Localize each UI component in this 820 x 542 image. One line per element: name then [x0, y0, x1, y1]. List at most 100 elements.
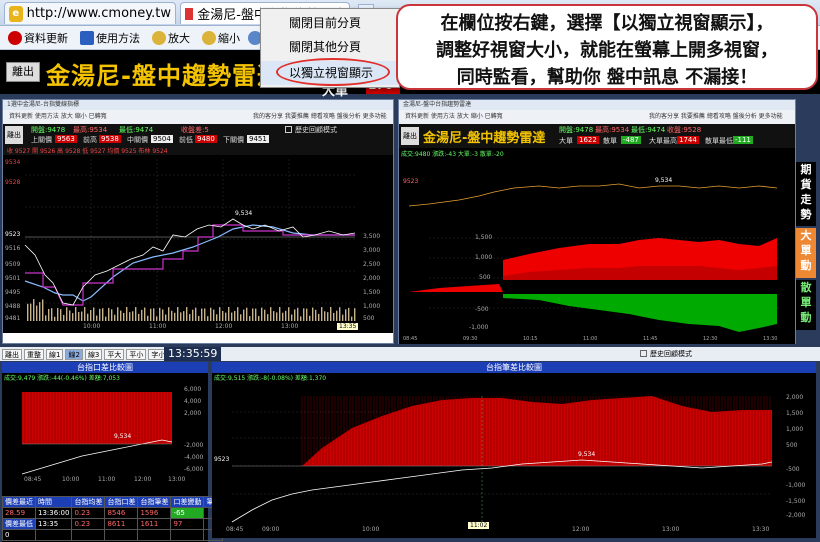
y-tick: -1,000	[469, 324, 489, 331]
volume-bar	[276, 312, 278, 321]
x-tick: 09:30	[463, 336, 478, 342]
menu-item-close-current[interactable]: 關閉目前分頁	[261, 11, 401, 35]
window-tools-left[interactable]: 資料更新 使用方法 放大 縮小 已轉寬	[9, 113, 107, 120]
history-toggle-label: 歷史回顧模式	[295, 126, 337, 134]
panel-stats: 成交:9,515 漲跌:-8(-0.08%) 差額:1,370	[214, 375, 327, 382]
x-tick: 10:00	[362, 526, 380, 533]
x-tick: 11:45	[643, 336, 658, 342]
volume-bar	[156, 316, 158, 321]
table-row: 0	[2, 529, 224, 541]
refresh-button[interactable]: 資料更新	[4, 30, 72, 46]
table-cell: 28.59	[2, 507, 36, 519]
y-tick: -2,000	[184, 442, 204, 449]
volume-bar	[147, 315, 149, 321]
window-tools-right[interactable]: 我的客分享 我要推薦 總看攻略 盤後分析 更多功能	[253, 110, 387, 124]
zoom-in-label: 放大	[168, 31, 190, 45]
radar-title: 金湯尼-盤中趨勢雷達	[423, 131, 546, 146]
volume-bar	[354, 308, 356, 321]
table-cell	[170, 529, 205, 541]
book-icon	[80, 30, 94, 45]
volume-bar	[333, 312, 335, 321]
zoom-out-icon	[202, 30, 216, 45]
y-tick: 1,500	[475, 234, 493, 241]
zoom-in-button[interactable]: 放大	[148, 30, 194, 46]
volume-bar	[108, 307, 110, 321]
radar-chart-svg: 9,534	[408, 177, 779, 332]
x-tick: 08:45	[226, 526, 244, 533]
upper-value: 9563	[55, 135, 77, 143]
window-title: 1選中金湯尼-台指雙線指標	[3, 100, 393, 110]
volume-bar	[267, 314, 269, 321]
x-tick: 13:30	[763, 336, 778, 342]
small-order-area-pos	[409, 284, 503, 292]
x-tick: 12:30	[703, 336, 718, 342]
table-cell: 0.23	[71, 518, 106, 530]
right-radar-window: 金湯尼-盤中台指趨勢雷達 資料更新 使用方法 放大 縮小 已轉寬 我的客分享 我…	[398, 99, 796, 344]
volume-bar	[105, 316, 107, 321]
y-right-tick: 2,000	[363, 275, 381, 282]
small-order-area-neg	[503, 294, 777, 332]
menu-item-close-others[interactable]: 關閉其他分頁	[261, 35, 401, 59]
side-btn-big-order[interactable]: 大單動	[796, 228, 816, 278]
window-tools-left[interactable]: 資料更新 使用方法 放大 縮小 已轉寬	[405, 113, 503, 120]
volume-bar	[126, 307, 128, 321]
window-title: 金湯尼-盤中台指趨勢雷達	[399, 100, 795, 110]
diff-value: 收盤差:5	[181, 126, 209, 134]
tab-cmoney[interactable]: e http://www.cmoney.tw	[4, 2, 176, 24]
exit-button[interactable]: 離出	[5, 126, 23, 144]
history-checkbox[interactable]	[285, 126, 292, 133]
volume-bar	[60, 309, 62, 321]
line2-button[interactable]: 線2	[65, 348, 83, 360]
volume-bar	[309, 315, 311, 321]
flat-small-button[interactable]: 平小	[126, 348, 147, 360]
volume-bar	[63, 314, 65, 321]
volume-bar	[258, 315, 260, 321]
y-tick: 9523	[403, 178, 419, 185]
volume-bar	[300, 316, 302, 321]
table-cell: 13:36:00	[34, 507, 73, 519]
callout-line-2: 調整好視窗大小，就能在螢幕上開多視窗，	[436, 40, 778, 61]
y-tick: 9523	[5, 231, 21, 238]
reload-button[interactable]: 重整	[24, 348, 44, 360]
volume-bar	[231, 312, 233, 321]
volume-bar	[336, 310, 338, 321]
y-tick: 1,000	[475, 254, 493, 261]
volume-bar	[342, 314, 344, 321]
exit-button[interactable]: 離出	[2, 348, 22, 360]
volume-bar	[120, 310, 122, 321]
volume-bar	[84, 307, 86, 321]
volume-bar	[255, 308, 257, 321]
callout-line-3: 同時監看，幫助你 盤中訊息 不漏接！	[456, 67, 758, 88]
x-tick: 08:45	[403, 336, 418, 342]
volume-bar	[348, 307, 350, 321]
exit-button[interactable]: 離出	[6, 62, 40, 82]
open-value: 開盤:9478	[559, 126, 594, 134]
zoom-out-button[interactable]: 縮小	[198, 30, 244, 46]
small-order-value: -487	[621, 136, 641, 144]
table-cell: 8611	[104, 518, 139, 530]
window-tools-right[interactable]: 我的客分享 我要推薦 總看攻略 盤後分析 更多功能	[649, 110, 783, 124]
flat-big-button[interactable]: 平大	[104, 348, 125, 360]
volume-bar	[162, 309, 164, 321]
exit-button[interactable]: 離出	[401, 127, 419, 145]
close-value: 收盤:9528	[667, 126, 702, 134]
volume-bar	[273, 311, 275, 321]
price-line	[408, 183, 778, 207]
y-tick: 9488	[5, 303, 21, 310]
radar-header: 離出 金湯尼-盤中趨勢雷達 開盤:9478 最高:9534 最低:9474 收盤…	[399, 124, 795, 148]
line3-button[interactable]: 線3	[84, 348, 103, 360]
x-tick: 13:00	[662, 526, 680, 533]
line1-button[interactable]: 線1	[46, 348, 64, 360]
side-btn-small-order[interactable]: 散單動	[796, 280, 816, 330]
x-tick: 13:00	[168, 476, 186, 483]
end-time-badge: 13:35	[337, 323, 359, 330]
volume-bar	[264, 309, 266, 321]
volume-bar	[72, 313, 74, 321]
howto-button[interactable]: 使用方法	[76, 30, 144, 46]
y-tick: 2,000	[184, 410, 202, 417]
history-checkbox[interactable]	[640, 350, 647, 357]
volume-bar	[324, 311, 326, 321]
peak-label: 9,534	[655, 177, 672, 184]
big-order-value: 1622	[577, 136, 599, 144]
side-btn-futures[interactable]: 期貨走勢	[796, 162, 816, 226]
